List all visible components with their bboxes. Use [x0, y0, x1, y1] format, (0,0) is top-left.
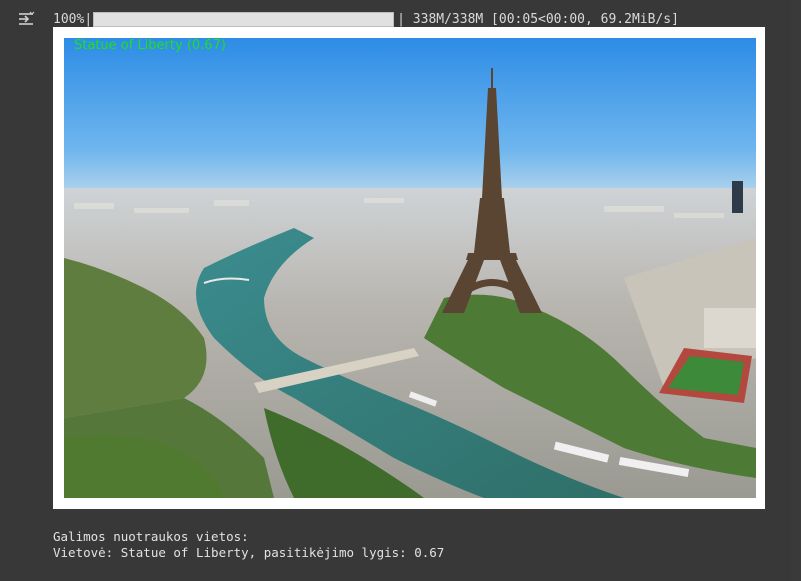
progress-stats: | 338M/338M [00:05<00:00, 69.2MiB/s]: [397, 11, 679, 27]
download-progress: 100% | | 338M/338M [00:05<00:00, 69.2MiB/s…: [53, 10, 679, 28]
output-line-result: Vietovė: Statue of Liberty, pasitikėjimo…: [53, 545, 445, 560]
scrollbar[interactable]: [791, 0, 801, 581]
progress-percent: 100%: [53, 11, 85, 27]
output-image-frame: Statue of Liberty (0.67): [53, 27, 765, 509]
output-line-heading: Galimos nuotraukos vietos:: [53, 529, 249, 544]
output-gutter: [0, 0, 46, 581]
cell-text-output: Galimos nuotraukos vietos: Vietovė: Statu…: [53, 529, 444, 561]
paris-eiffel-photo: [64, 38, 756, 498]
progress-divider: |: [84, 11, 93, 27]
progress-bar: [93, 11, 395, 27]
prediction-overlay-label: Statue of Liberty (0.67): [74, 38, 226, 53]
output-collapse-icon[interactable]: [14, 8, 38, 30]
